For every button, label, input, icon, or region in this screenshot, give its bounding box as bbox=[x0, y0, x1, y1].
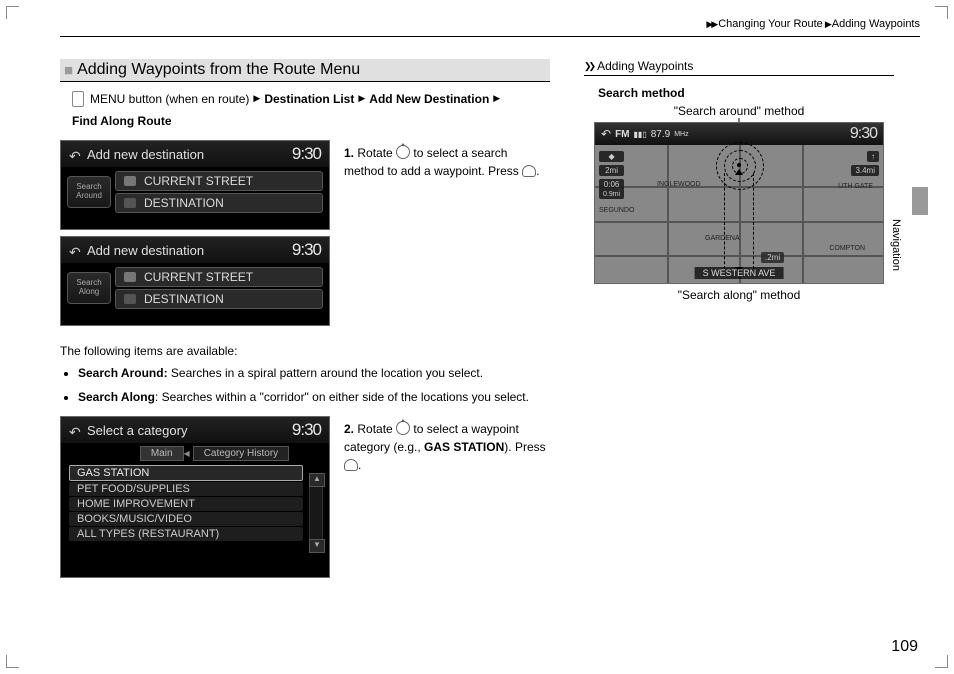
eta-badge: 0:060.9mi bbox=[599, 179, 624, 199]
menu-path-step2: Add New Destination bbox=[369, 90, 489, 108]
city-label: INGLEWOOD bbox=[657, 181, 701, 188]
street-label: S WESTERN AVE bbox=[695, 267, 784, 279]
back-arrow-icon bbox=[69, 244, 83, 258]
chevron-right-icon: ❯❯ bbox=[584, 61, 593, 72]
triangle-right-icon: ▶ bbox=[358, 92, 365, 106]
scale-badge: .2mi bbox=[761, 252, 784, 263]
section-side-label: Navigation bbox=[890, 219, 902, 271]
city-label: SEGUNDO bbox=[599, 207, 634, 214]
bullet-text: : Searches within a "corridor" on either… bbox=[155, 390, 529, 404]
triangle-right-icon: ▶ bbox=[253, 92, 260, 106]
bullet-label: Search Around: bbox=[78, 366, 168, 380]
chevron-right-icon: ▶ bbox=[825, 19, 830, 29]
screen-title: Add new destination bbox=[87, 147, 204, 162]
step-number: 2. bbox=[344, 422, 354, 436]
sidebar-header: ❯❯ Adding Waypoints bbox=[584, 59, 894, 76]
back-arrow-icon bbox=[69, 148, 83, 162]
step-1-text: 1. Rotate to select a search method to a… bbox=[344, 140, 550, 332]
screen-title: Add new destination bbox=[87, 243, 204, 258]
scroll-up-icon: ▲ bbox=[309, 473, 325, 487]
side-button-search-along: Search Along bbox=[67, 272, 111, 304]
distance-right: 3.4mi bbox=[851, 165, 879, 176]
tab-history: Category History bbox=[193, 446, 289, 461]
section-title: ■ Adding Waypoints from the Route Menu bbox=[60, 59, 550, 82]
clock: 9:30 bbox=[292, 144, 321, 164]
category-item: BOOKS/MUSIC/VIDEO bbox=[69, 512, 303, 526]
method-label-top: "Search around" method bbox=[584, 104, 894, 118]
list-item: CURRENT STREET bbox=[115, 267, 323, 287]
bullet-text: Searches in a spiral pattern around the … bbox=[168, 366, 484, 380]
menu-path: MENU button (when en route) ▶ Destinatio… bbox=[72, 90, 550, 130]
map-left-badges: ◆ 2mi 0:060.9mi bbox=[599, 151, 624, 199]
clock: 9:30 bbox=[850, 125, 877, 143]
menu-path-step1: Destination List bbox=[264, 90, 354, 108]
nav-screenshot-select-category: Select a category 9:30 Main ◀ Category H… bbox=[60, 416, 330, 578]
category-tabs: Main ◀ Category History bbox=[61, 443, 329, 463]
clock: 9:30 bbox=[292, 240, 321, 260]
turn-icon: ↑ bbox=[867, 151, 879, 162]
map-right-badges: ↑ 3.4mi bbox=[851, 151, 879, 176]
rotate-knob-icon bbox=[396, 145, 410, 159]
city-label: COMPTON bbox=[829, 245, 865, 252]
step-text-a: Rotate bbox=[357, 422, 396, 436]
scrollbar: ▲ ▼ bbox=[309, 473, 323, 553]
side-button-search-around: Search Around bbox=[67, 176, 111, 208]
square-bullet-icon: ■ bbox=[64, 62, 73, 79]
breadcrumb-part1: Changing Your Route bbox=[718, 18, 823, 30]
section-side-tab bbox=[912, 187, 928, 215]
tab-main: Main bbox=[140, 446, 184, 461]
category-item: PET FOOD/SUPPLIES bbox=[69, 482, 303, 496]
map-screenshot: ↶ FM ▮▮▯ 87.9MHz 9:30 bbox=[594, 122, 884, 284]
scroll-down-icon: ▼ bbox=[309, 539, 325, 553]
page-number: 109 bbox=[891, 638, 918, 656]
menu-button-icon bbox=[72, 91, 84, 107]
menu-path-step3: Find Along Route bbox=[72, 112, 172, 130]
back-arrow-icon bbox=[69, 424, 83, 438]
press-knob-icon bbox=[344, 459, 358, 471]
nav-screenshot-search-around: Add new destination 9:30 Search Around C… bbox=[60, 140, 330, 230]
list-item: DESTINATION bbox=[115, 193, 323, 213]
back-arrow-icon: ↶ bbox=[601, 127, 611, 141]
step-text-bold: GAS STATION bbox=[424, 440, 504, 454]
bullet-search-around: Search Around: Searches in a spiral patt… bbox=[78, 364, 550, 382]
screen-title: Select a category bbox=[87, 423, 187, 438]
corridor-icon bbox=[724, 173, 754, 269]
category-item: ALL TYPES (RESTAURANT) bbox=[69, 527, 303, 541]
period: . bbox=[358, 458, 361, 472]
triangle-right-icon: ▶ bbox=[493, 92, 500, 106]
distance-badge: 2mi bbox=[599, 165, 624, 176]
fm-freq: 87.9 bbox=[651, 129, 670, 140]
breadcrumb-part2: Adding Waypoints bbox=[832, 18, 920, 30]
clock: 9:30 bbox=[292, 420, 321, 440]
nav-screenshot-search-along: Add new destination 9:30 Search Along CU… bbox=[60, 236, 330, 326]
menu-path-intro: MENU button (when en route) bbox=[90, 90, 249, 108]
fm-label: FM bbox=[615, 129, 629, 140]
category-item: HOME IMPROVEMENT bbox=[69, 497, 303, 511]
step-2-text: 2. Rotate to select a waypoint category … bbox=[344, 416, 550, 584]
breadcrumb: ▶▶Changing Your Route▶Adding Waypoints bbox=[60, 18, 920, 37]
bullet-label: Search Along bbox=[78, 390, 155, 404]
list-item: DESTINATION bbox=[115, 289, 323, 309]
sidebar-header-text: Adding Waypoints bbox=[597, 59, 693, 73]
triangle-left-icon: ◀ bbox=[184, 449, 190, 458]
step-text-a: Rotate bbox=[357, 146, 396, 160]
bullet-search-along: Search Along: Searches within a "corrido… bbox=[78, 388, 550, 406]
chevron-right-icon: ▶▶ bbox=[706, 19, 716, 29]
available-intro: The following items are available: bbox=[60, 344, 550, 358]
category-item-selected: GAS STATION bbox=[69, 465, 303, 481]
step-number: 1. bbox=[344, 146, 354, 160]
city-label: UTH GATE bbox=[838, 183, 873, 190]
rotate-knob-icon bbox=[396, 421, 410, 435]
north-icon: ◆ bbox=[599, 151, 624, 162]
options-list: Search Around: Searches in a spiral patt… bbox=[60, 364, 550, 406]
press-knob-icon bbox=[522, 165, 536, 177]
fm-unit: MHz bbox=[674, 131, 688, 138]
sidebar-title: Search method bbox=[598, 86, 894, 100]
section-title-text: Adding Waypoints from the Route Menu bbox=[77, 61, 360, 79]
step-text-c: ). Press bbox=[504, 440, 545, 454]
list-item: CURRENT STREET bbox=[115, 171, 323, 191]
method-label-bottom: "Search along" method bbox=[584, 288, 894, 302]
period: . bbox=[536, 164, 539, 178]
